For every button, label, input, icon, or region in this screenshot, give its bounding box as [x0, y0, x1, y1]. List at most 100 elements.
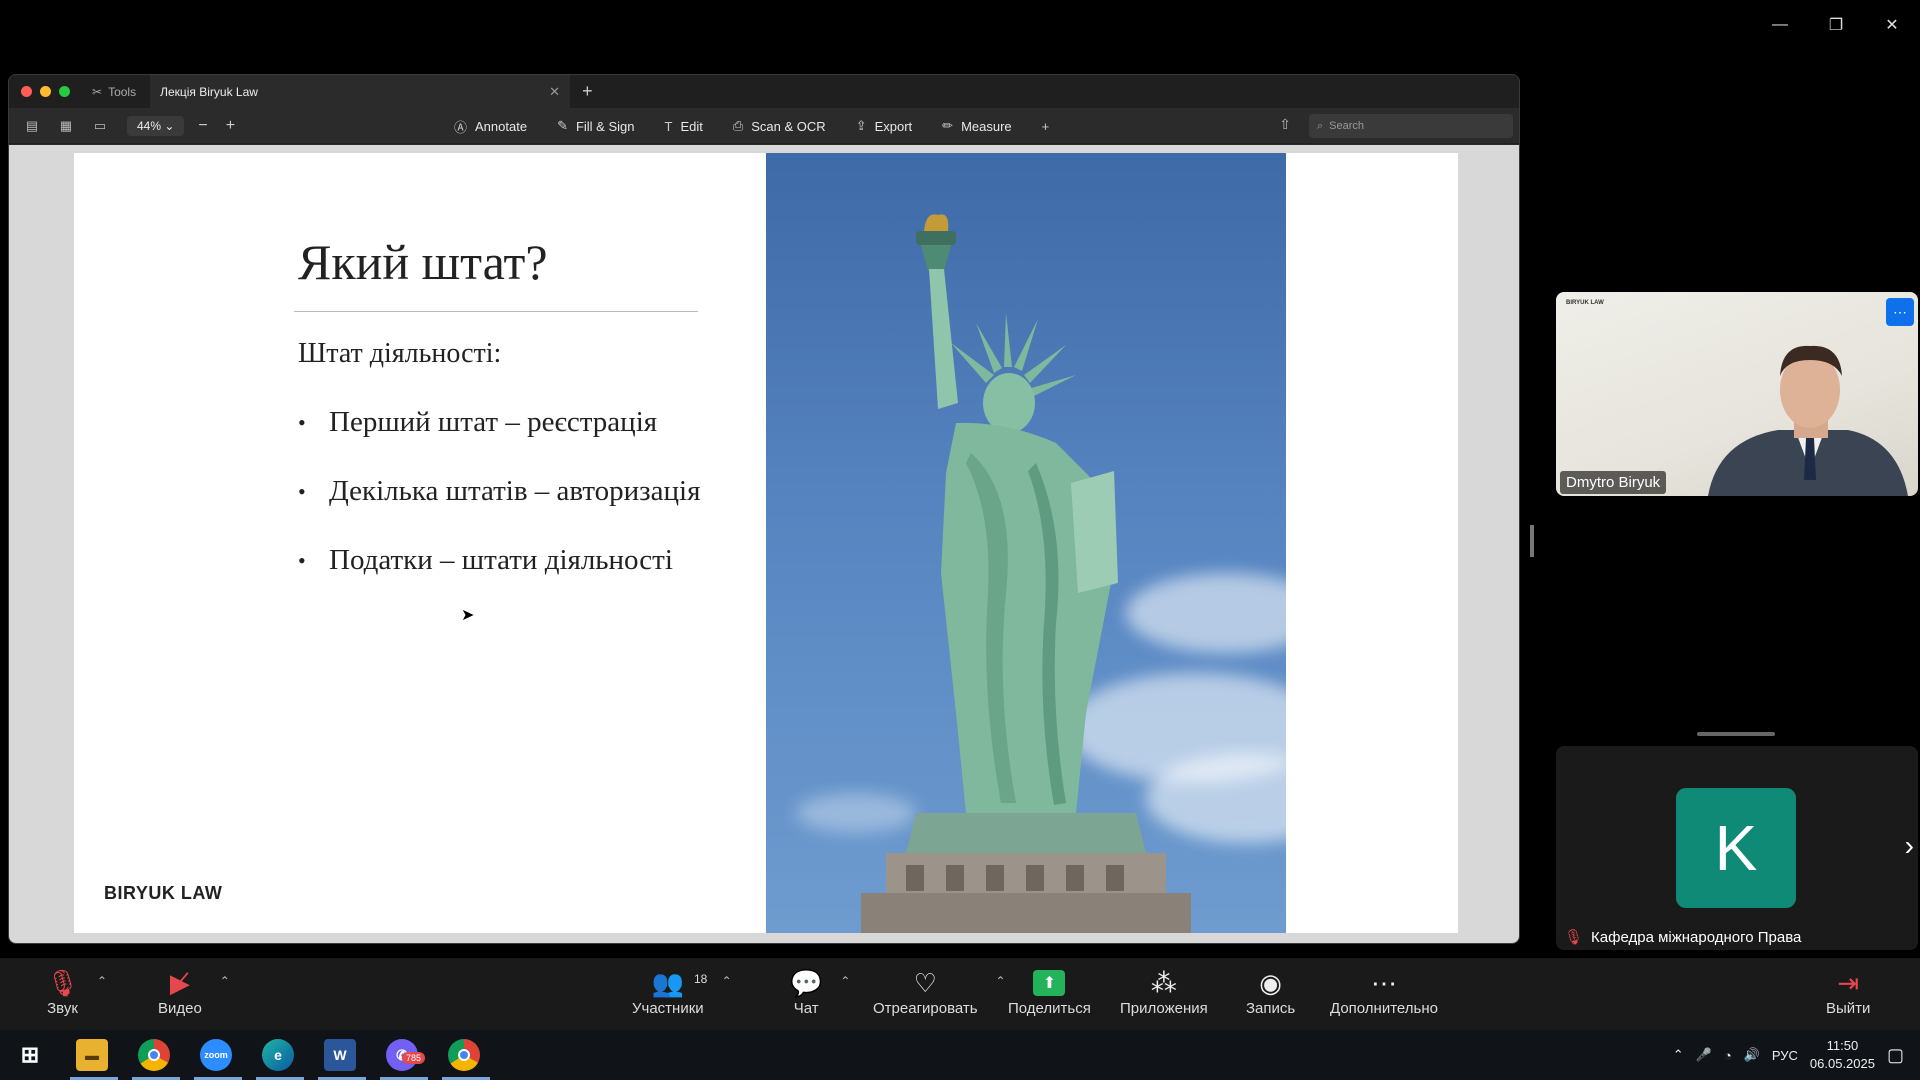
- chrome-icon[interactable]: [138, 1039, 170, 1071]
- scan-ocr-label: Scan & OCR: [751, 118, 826, 134]
- sidebar-toggle-icon[interactable]: ▤: [21, 115, 43, 137]
- chat-label: Чат: [793, 1000, 819, 1017]
- zoom-select[interactable]: 44% ⌄: [127, 115, 185, 136]
- minimize-icon[interactable]: —: [1752, 10, 1808, 40]
- measure-button[interactable]: ✏ Measure: [942, 118, 1011, 134]
- new-tab-icon[interactable]: +: [582, 81, 593, 102]
- chevron-up-icon[interactable]: ⌃: [97, 974, 107, 988]
- slide-subtitle: Штат діяльності:: [298, 338, 502, 369]
- minimize-dot-icon[interactable]: [40, 86, 51, 97]
- more-button[interactable]: ⋯ Дополнительно: [1330, 966, 1438, 1018]
- more-options-icon[interactable]: ⋯: [1886, 298, 1914, 326]
- statue-illustration: [861, 214, 1191, 933]
- apps-icon: ⁂: [1150, 967, 1177, 998]
- muted-mic-icon: 🎙: [46, 967, 80, 998]
- add-tool-button[interactable]: +: [1042, 119, 1050, 134]
- measure-label: Measure: [961, 118, 1012, 134]
- export-label: Export: [874, 118, 913, 134]
- chevron-up-icon[interactable]: ⌃: [220, 974, 230, 988]
- leave-icon: ⇥: [1837, 967, 1860, 998]
- thumbnails-icon[interactable]: ▦: [55, 115, 77, 137]
- fill-sign-button[interactable]: ✎ Fill & Sign: [557, 118, 634, 134]
- pdf-toolbar: ▤ ▦ ▭ 44% ⌄ − + Ⓐ Annotate ✎ Fill & Sign T…: [9, 108, 1519, 144]
- clock[interactable]: 11:50 06.05.2025: [1810, 1037, 1875, 1073]
- slide-page: Який штат? Штат діяльності: Перший штат …: [74, 153, 1458, 933]
- microphone-icon[interactable]: 🎤: [1696, 1047, 1712, 1063]
- share-button[interactable]: ⬆ Поделиться: [1008, 966, 1091, 1017]
- annotate-label: Annotate: [475, 118, 528, 134]
- tab-tools[interactable]: ✂ Tools: [92, 85, 136, 99]
- participants-icon: 👥: [651, 967, 685, 998]
- bullet-list: Перший штат – реєстрація Декілька штатів…: [298, 403, 718, 610]
- zoom-app-label: zoom: [204, 1050, 228, 1060]
- react-button[interactable]: ♡ Отреагировать ⌃: [873, 966, 1006, 1018]
- edit-button[interactable]: T Edit: [665, 119, 703, 134]
- audio-button[interactable]: 🎙 Звук ⌃: [46, 966, 107, 1018]
- next-page-icon[interactable]: ›: [1905, 830, 1914, 862]
- pdf-titlebar: ✂ Tools Лекція Biryuk Law ✕ +: [9, 75, 1519, 108]
- restore-icon[interactable]: ❐: [1808, 10, 1864, 40]
- leave-button[interactable]: ⇥ Выйти: [1826, 966, 1871, 1018]
- video-button[interactable]: ▶̸ Видео ⌃: [158, 966, 230, 1018]
- chevron-up-icon[interactable]: ⌃: [840, 974, 850, 988]
- viber-badge: 785: [402, 1052, 426, 1064]
- chrome-icon[interactable]: [448, 1039, 480, 1071]
- heart-icon: ♡: [913, 967, 937, 998]
- statue-of-liberty-photo: [766, 153, 1286, 933]
- apps-label: Приложения: [1120, 1000, 1208, 1017]
- more-label: Дополнительно: [1330, 1000, 1438, 1017]
- clock-time: 11:50: [1826, 1038, 1859, 1053]
- share-label: Поделиться: [1008, 1000, 1091, 1017]
- record-label: Запись: [1246, 1000, 1296, 1017]
- video-backdrop-brand: BIRYUK LAW: [1566, 300, 1604, 306]
- language-indicator[interactable]: РУС: [1772, 1048, 1798, 1063]
- windows-start-icon[interactable]: ⊞: [14, 1039, 46, 1071]
- close-dot-icon[interactable]: [21, 86, 32, 97]
- annotate-button[interactable]: Ⓐ Annotate: [454, 117, 527, 136]
- bullet-item: Декілька штатів – авторизація: [298, 472, 718, 511]
- zoom-app-icon[interactable]: zoom: [200, 1039, 232, 1071]
- more-icon: ⋯: [1370, 967, 1397, 998]
- pdf-content-area[interactable]: Який штат? Штат діяльності: Перший штат …: [9, 145, 1519, 943]
- annotate-icon: Ⓐ: [454, 119, 468, 135]
- panel-splitter-handle[interactable]: [1530, 525, 1534, 557]
- zoom-in-icon[interactable]: +: [226, 117, 235, 135]
- export-button[interactable]: ⇪ Export: [856, 118, 912, 134]
- gallery-drag-handle[interactable]: [1697, 732, 1775, 736]
- close-tab-icon[interactable]: ✕: [549, 84, 560, 100]
- chevron-up-icon[interactable]: ⌃: [722, 974, 732, 988]
- file-explorer-icon[interactable]: ▬: [76, 1039, 108, 1071]
- zoom-out-icon[interactable]: −: [198, 117, 207, 135]
- chevron-up-icon[interactable]: ⌃: [1673, 1047, 1684, 1063]
- network-icon[interactable]: ◔: [1724, 1048, 1732, 1063]
- word-icon[interactable]: W: [324, 1039, 356, 1071]
- leave-label: Выйти: [1826, 1000, 1871, 1017]
- tab-document-label: Лекція Biryuk Law: [160, 84, 258, 99]
- tool-strip: Ⓐ Annotate ✎ Fill & Sign T Edit ⎙ Scan & OCR…: [454, 108, 1049, 144]
- zoom-dot-icon[interactable]: [59, 86, 70, 97]
- edge-icon[interactable]: e: [262, 1039, 294, 1071]
- record-button[interactable]: ◉ Запись: [1246, 966, 1296, 1018]
- audio-label: Звук: [47, 1000, 78, 1017]
- apps-button[interactable]: ⁂ Приложения: [1120, 966, 1208, 1018]
- search-input[interactable]: ⌕ Search: [1309, 114, 1513, 138]
- speaker-video-frame: [1708, 345, 1908, 496]
- participants-button[interactable]: 👥 18 Участники ⌃: [632, 966, 732, 1018]
- meeting-controls-bar: 🎙 Звук ⌃ ▶̸ Видео ⌃ 👥 18 Участники ⌃ 💬 Ч…: [0, 958, 1920, 1030]
- volume-icon[interactable]: 🔊: [1744, 1047, 1760, 1063]
- slide-title: Який штат?: [298, 234, 548, 290]
- participant-tile[interactable]: K 🎙 Кафедра міжнародного Права ›: [1556, 746, 1918, 950]
- scan-icon: ⎙: [732, 118, 744, 133]
- clock-date: 06.05.2025: [1809, 1056, 1875, 1071]
- chevron-up-icon[interactable]: ⌃: [996, 974, 1006, 988]
- speaker-video-tile[interactable]: BIRYUK LAW ⋯ Dmytro Biryuk: [1556, 292, 1918, 496]
- page-view-icon[interactable]: ▭: [89, 115, 111, 137]
- plus-icon: +: [1041, 118, 1050, 134]
- close-window-icon[interactable]: ✕: [1864, 10, 1920, 40]
- share-icon[interactable]: ⇧: [1279, 116, 1291, 133]
- tab-document[interactable]: Лекція Biryuk Law ✕: [150, 75, 571, 108]
- scan-ocr-button[interactable]: ⎙ Scan & OCR: [733, 118, 826, 134]
- notifications-icon[interactable]: ▢: [1887, 1045, 1904, 1066]
- video-label: Видео: [158, 1000, 202, 1017]
- chat-button[interactable]: 💬 Чат ⌃: [790, 966, 850, 1018]
